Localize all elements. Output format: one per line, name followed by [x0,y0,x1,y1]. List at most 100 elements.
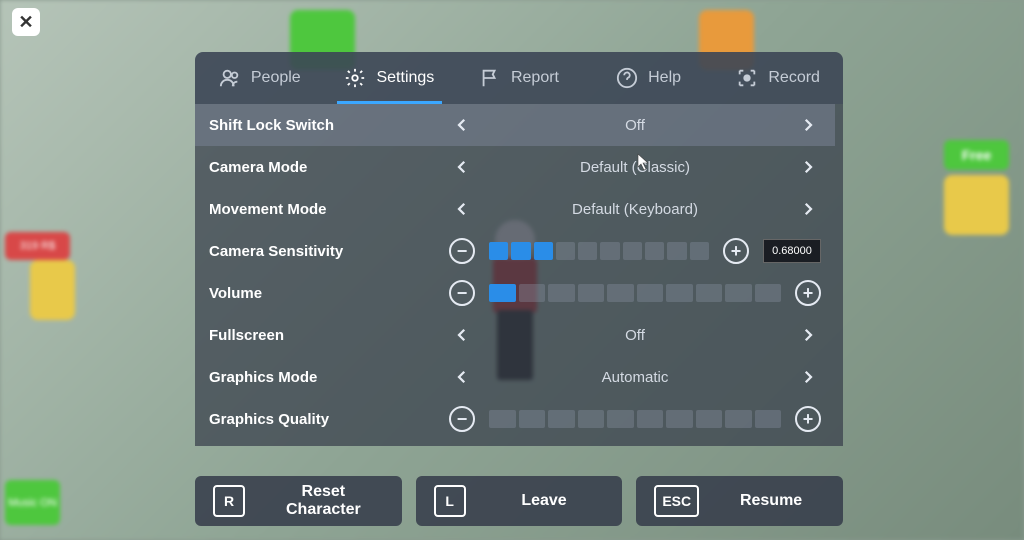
slider-segment[interactable] [666,284,693,302]
slider-segment[interactable] [696,410,723,428]
bg-music-toggle: Music ON [5,480,60,525]
setting-value: Off [483,117,787,134]
setting-label: Graphics Quality [209,411,449,428]
setting-value: Automatic [483,369,787,386]
slider-segment[interactable] [637,284,664,302]
next-button[interactable] [795,196,821,222]
leave-button[interactable]: L Leave [416,476,623,526]
setting-fullscreen: Fullscreen Off [195,314,835,356]
help-icon [616,67,638,89]
button-label: Reset Character [263,483,384,519]
tab-help[interactable]: Help [584,52,714,104]
slider-segment[interactable] [519,284,546,302]
decrease-button[interactable]: − [449,238,475,264]
increase-button[interactable]: + [795,280,821,306]
setting-graphics-quality: Graphics Quality − + [195,398,835,440]
button-label: Resume [717,492,825,510]
slider-segment[interactable] [556,242,575,260]
key-hint: R [213,485,245,517]
key-hint: L [434,485,466,517]
close-button[interactable]: ✕ [12,8,40,36]
slider-segment[interactable] [607,284,634,302]
setting-shift-lock: Shift Lock Switch Off [195,104,835,146]
setting-volume: Volume − + [195,272,835,314]
tab-label: Report [511,69,559,87]
slider-segment[interactable] [600,242,619,260]
increase-button[interactable]: + [795,406,821,432]
slider-segment[interactable] [578,410,605,428]
next-button[interactable] [795,364,821,390]
slider-segment[interactable] [548,410,575,428]
setting-value: Default (Classic) [483,159,787,176]
prev-button[interactable] [449,154,475,180]
increase-button[interactable]: + [723,238,749,264]
slider-segment[interactable] [489,242,508,260]
prev-button[interactable] [449,196,475,222]
prev-button[interactable] [449,112,475,138]
tab-settings[interactable]: Settings [325,52,455,104]
slider-segment[interactable] [725,410,752,428]
reset-character-button[interactable]: R Reset Character [195,476,402,526]
settings-menu: People Settings Report Help Record Shift… [195,52,843,450]
people-icon [219,67,241,89]
bg-price-tag: 319 R$ [5,232,70,260]
setting-camera-sensitivity: Camera Sensitivity − + 0.68000 [195,230,835,272]
slider-segment[interactable] [548,284,575,302]
next-button[interactable] [795,322,821,348]
slider-segment[interactable] [645,242,664,260]
slider-segment[interactable] [623,242,642,260]
record-icon [736,67,758,89]
next-button[interactable] [795,154,821,180]
settings-list[interactable]: Shift Lock Switch Off Camera Mode Defaul… [195,104,843,446]
slider-segment[interactable] [489,284,516,302]
next-button[interactable] [795,112,821,138]
sensitivity-slider[interactable] [483,242,715,260]
settings-panel: Shift Lock Switch Off Camera Mode Defaul… [195,104,843,446]
setting-label: Camera Mode [209,159,449,176]
tab-label: People [251,69,301,87]
slider-segment[interactable] [725,284,752,302]
prev-button[interactable] [449,364,475,390]
slider-segment[interactable] [534,242,553,260]
slider-segment[interactable] [696,284,723,302]
decrease-button[interactable]: − [449,280,475,306]
setting-label: Graphics Mode [209,369,449,386]
gear-icon [344,67,366,89]
setting-label: Movement Mode [209,201,449,218]
bg-free-tag: Free [944,140,1009,170]
flag-icon [479,67,501,89]
slider-segment[interactable] [519,410,546,428]
slider-segment[interactable] [578,242,597,260]
setting-value: Default (Keyboard) [483,201,787,218]
key-hint: ESC [654,485,699,517]
bg-noob-icon [30,260,75,320]
setting-label: Volume [209,285,449,302]
tab-people[interactable]: People [195,52,325,104]
slider-segment[interactable] [667,242,686,260]
decrease-button[interactable]: − [449,406,475,432]
slider-segment[interactable] [578,284,605,302]
slider-segment[interactable] [511,242,530,260]
bg-noob-icon-2 [944,175,1009,235]
resume-button[interactable]: ESC Resume [636,476,843,526]
tab-label: Settings [376,69,434,87]
slider-segment[interactable] [637,410,664,428]
tab-report[interactable]: Report [454,52,584,104]
tab-label: Record [768,69,820,87]
tab-record[interactable]: Record [713,52,843,104]
quality-slider[interactable] [483,410,787,428]
prev-button[interactable] [449,322,475,348]
setting-movement-mode: Movement Mode Default (Keyboard) [195,188,835,230]
slider-segment[interactable] [690,242,709,260]
tab-bar: People Settings Report Help Record [195,52,843,104]
slider-segment[interactable] [489,410,516,428]
sensitivity-value[interactable]: 0.68000 [763,239,821,263]
volume-slider[interactable] [483,284,787,302]
slider-segment[interactable] [755,284,782,302]
slider-segment[interactable] [607,410,634,428]
button-label: Leave [484,492,605,510]
setting-graphics-mode: Graphics Mode Automatic [195,356,835,398]
setting-label: Camera Sensitivity [209,243,449,260]
slider-segment[interactable] [666,410,693,428]
slider-segment[interactable] [755,410,782,428]
